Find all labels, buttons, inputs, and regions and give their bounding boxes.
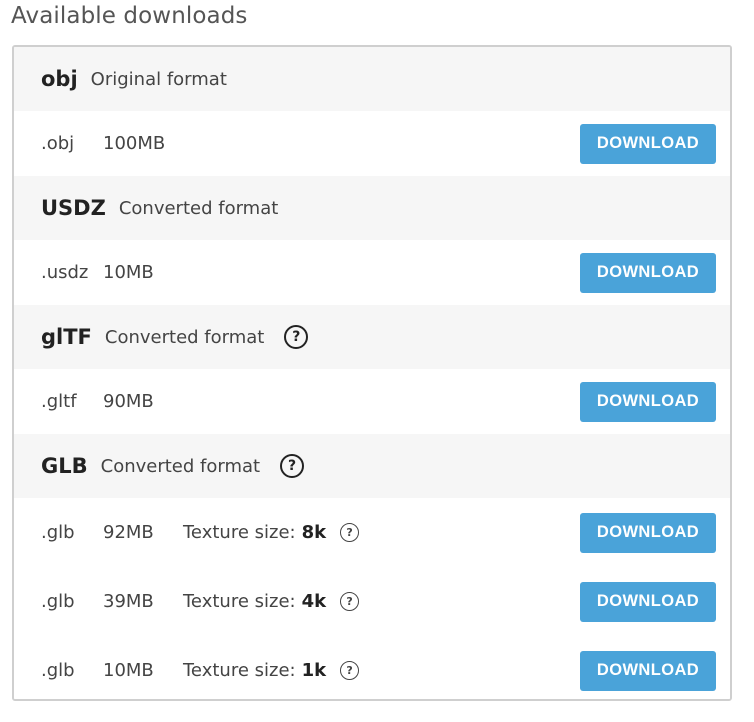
file-row: .usdz 10MB DOWNLOAD bbox=[14, 240, 730, 305]
texture-size: Texture size: 4k ? bbox=[183, 591, 360, 612]
file-size: 100MB bbox=[103, 133, 166, 154]
file-size: 90MB bbox=[103, 391, 154, 412]
file-row: .glb 92MB Texture size: 8k ? DOWNLOAD bbox=[14, 498, 730, 567]
file-size: 10MB bbox=[103, 660, 154, 681]
help-icon[interactable]: ? bbox=[340, 661, 360, 680]
file-size: 92MB bbox=[103, 522, 154, 543]
format-header-usdz: USDZ Converted format bbox=[14, 176, 730, 240]
download-button[interactable]: DOWNLOAD bbox=[580, 252, 716, 293]
format-description: Original format bbox=[90, 68, 227, 90]
format-description: Converted format bbox=[104, 326, 265, 348]
texture-size-label: Texture size: bbox=[183, 591, 296, 612]
file-extension: .glb bbox=[41, 660, 75, 681]
texture-size-value: 1k bbox=[301, 660, 327, 681]
download-button[interactable]: DOWNLOAD bbox=[580, 650, 716, 691]
format-header-gltf: glTF Converted format ? bbox=[14, 305, 730, 369]
format-header-glb: GLB Converted format ? bbox=[14, 434, 730, 498]
file-extension: .usdz bbox=[41, 262, 89, 283]
file-extension: .gltf bbox=[41, 391, 77, 412]
format-description: Converted format bbox=[118, 197, 279, 219]
texture-size: Texture size: 1k ? bbox=[183, 660, 360, 681]
download-button[interactable]: DOWNLOAD bbox=[580, 512, 716, 553]
download-button[interactable]: DOWNLOAD bbox=[580, 123, 716, 164]
texture-size: Texture size: 8k ? bbox=[183, 522, 360, 543]
format-description: Converted format bbox=[100, 455, 261, 477]
file-row: .glb 39MB Texture size: 4k ? DOWNLOAD bbox=[14, 567, 730, 636]
texture-size-label: Texture size: bbox=[183, 660, 296, 681]
download-button[interactable]: DOWNLOAD bbox=[580, 581, 716, 622]
format-header-obj: obj Original format bbox=[14, 47, 730, 111]
section-heading: Available downloads bbox=[11, 3, 248, 29]
help-icon[interactable]: ? bbox=[280, 454, 305, 478]
texture-size-label: Texture size: bbox=[183, 522, 296, 543]
texture-size-value: 4k bbox=[301, 591, 327, 612]
download-button[interactable]: DOWNLOAD bbox=[580, 381, 716, 422]
file-row: .obj 100MB DOWNLOAD bbox=[14, 111, 730, 176]
file-row: .gltf 90MB DOWNLOAD bbox=[14, 369, 730, 434]
format-name: USDZ bbox=[41, 196, 106, 220]
file-size: 10MB bbox=[103, 262, 154, 283]
help-icon[interactable]: ? bbox=[340, 592, 360, 611]
file-extension: .obj bbox=[41, 133, 75, 154]
file-size: 39MB bbox=[103, 591, 154, 612]
texture-size-value: 8k bbox=[301, 522, 327, 543]
format-name: GLB bbox=[41, 454, 88, 478]
format-name: obj bbox=[41, 67, 78, 91]
help-icon[interactable]: ? bbox=[340, 523, 360, 542]
file-extension: .glb bbox=[41, 522, 75, 543]
file-extension: .glb bbox=[41, 591, 75, 612]
file-row: .glb 10MB Texture size: 1k ? DOWNLOAD bbox=[14, 636, 730, 699]
help-icon[interactable]: ? bbox=[284, 325, 309, 349]
format-name: glTF bbox=[41, 325, 92, 349]
downloads-panel: obj Original format .obj 100MB DOWNLOAD … bbox=[12, 45, 732, 701]
